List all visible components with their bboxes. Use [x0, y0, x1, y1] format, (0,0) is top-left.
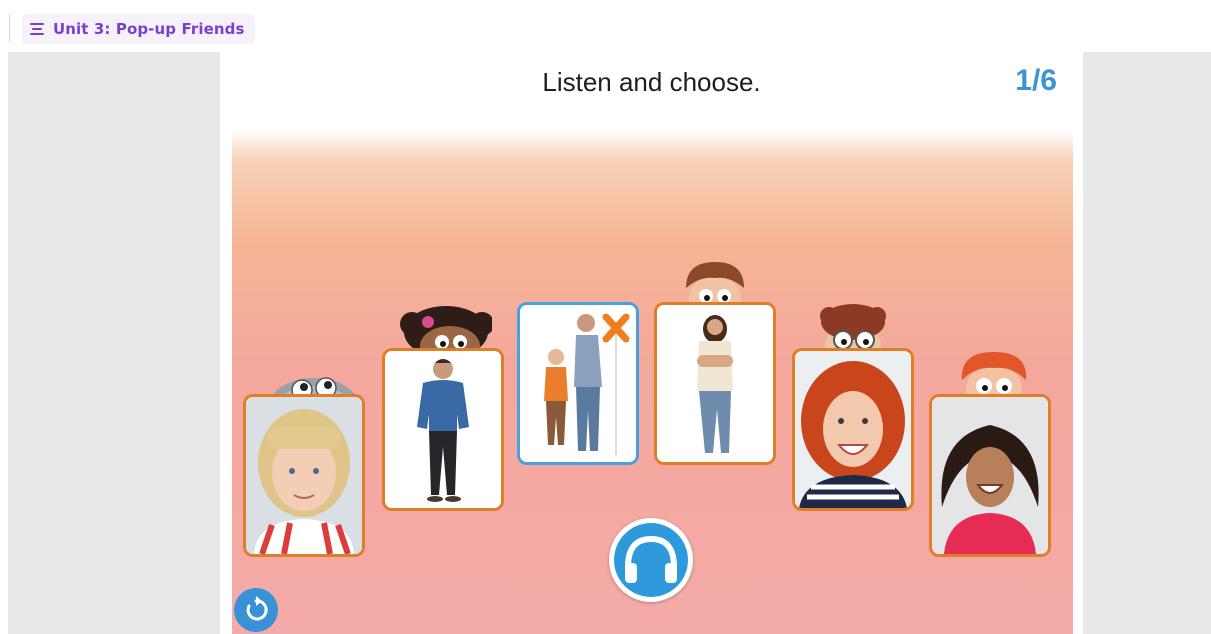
activity-stage — [232, 130, 1073, 634]
card-girl-blonde[interactable] — [243, 394, 365, 557]
glasses-boy-peeker — [820, 304, 886, 352]
restart-icon — [246, 596, 268, 621]
unit-menu-button[interactable]: Unit 3: Pop-up Friends — [22, 14, 255, 44]
left-gutter — [8, 52, 220, 634]
activity-panel: Listen and choose. 1/6 — [220, 52, 1083, 634]
right-gutter — [1083, 52, 1211, 634]
restart-button[interactable] — [234, 588, 278, 632]
curly-girl-peeker — [400, 306, 492, 354]
question-counter: 1/6 — [1015, 64, 1057, 97]
card-man-blue-sweater[interactable] — [382, 348, 504, 511]
cross-mark-icon — [602, 313, 630, 343]
card-woman-crossed-arms[interactable] — [654, 302, 776, 465]
top-divider — [9, 14, 10, 42]
menu-icon — [30, 23, 44, 35]
instruction-text: Listen and choose. — [542, 67, 761, 97]
play-audio-button[interactable] — [609, 518, 693, 602]
brown-hair-boy-peeker — [686, 262, 744, 304]
card-girl-laughing[interactable] — [929, 394, 1051, 557]
card-girl-red-hair[interactable] — [792, 348, 914, 511]
red-hair-kid-peeker — [961, 352, 1027, 396]
top-bar: Unit 3: Pop-up Friends — [0, 0, 1211, 52]
headphones-icon — [625, 535, 677, 583]
card-boy-and-man[interactable] — [517, 302, 639, 465]
unit-title: Unit 3: Pop-up Friends — [53, 20, 245, 38]
